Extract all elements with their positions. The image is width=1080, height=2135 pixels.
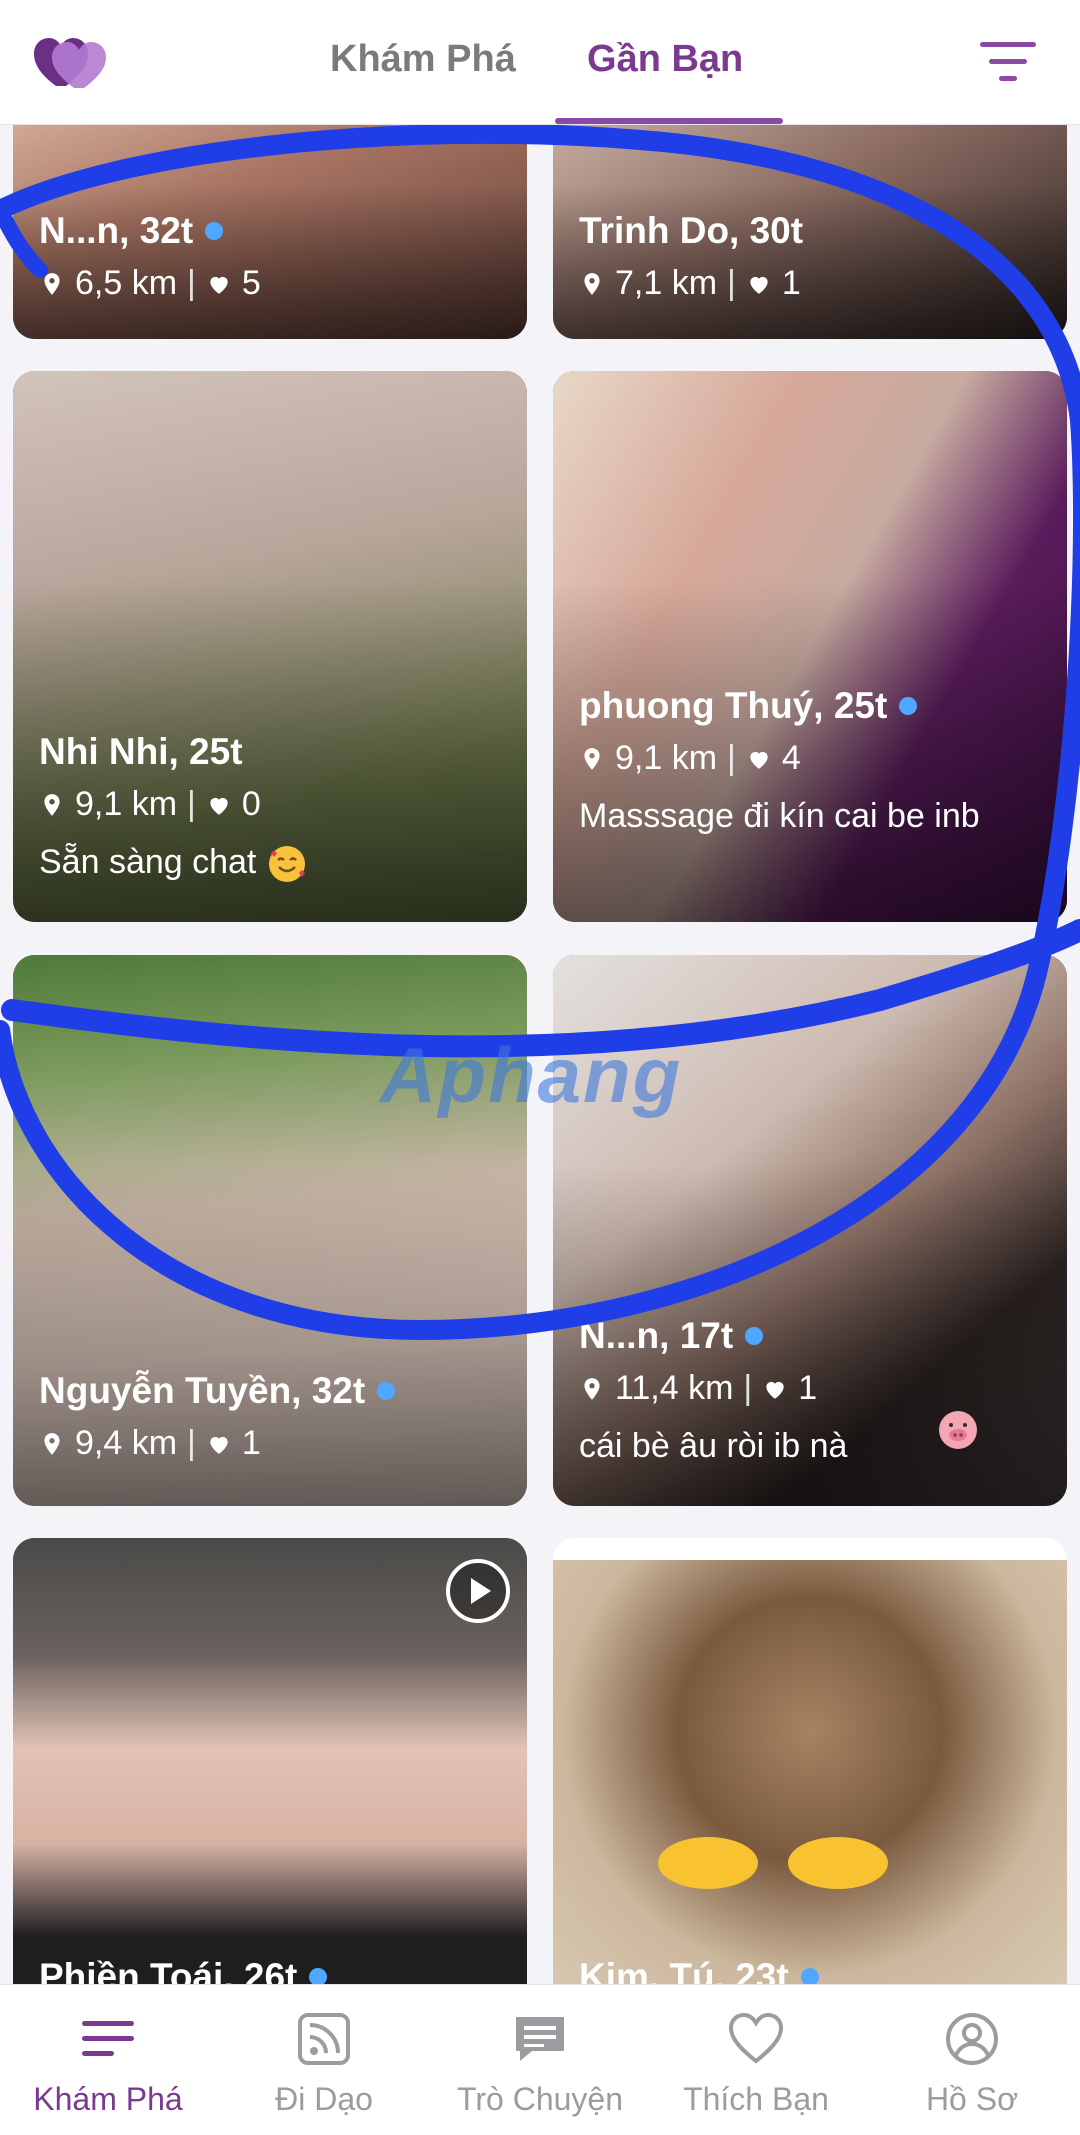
active-tab-indicator	[555, 118, 783, 124]
nav-di-dao[interactable]: Đi Dạo	[216, 1985, 432, 2135]
distance-text: 7,1 km	[615, 264, 718, 302]
online-status-dot	[205, 222, 224, 240]
nav-thich-ban[interactable]: Thích Bạn	[648, 1985, 864, 2135]
online-status-dot	[899, 697, 918, 715]
likes-count: 0	[241, 785, 261, 823]
profile-bio: Masssage đi kín cai be inb	[579, 797, 980, 835]
app-logo-hearts-icon[interactable]	[34, 34, 106, 90]
profile-name: N...n, 32t	[39, 210, 507, 252]
profile-meta: 9,4 km | 1	[39, 1424, 507, 1463]
location-pin-icon	[44, 1432, 60, 1455]
likes-count: 1	[781, 264, 801, 302]
bottom-navigation: Khám Phá Đi Dạo Trò Chuyện Thích Bạn Hồ …	[0, 1984, 1080, 2135]
menu-lines-icon	[82, 2021, 134, 2056]
profile-meta: 7,1 km | 1	[579, 264, 1047, 303]
profile-card[interactable]: phuong Thuý, 25t 9,1 km | 4 Masssage đi …	[553, 371, 1067, 922]
profile-bio: Sẵn sàng chat	[39, 838, 507, 886]
distance-text: 11,4 km	[615, 1369, 734, 1407]
profile-name: Nguyễn Tuyền, 32t	[39, 1370, 507, 1412]
heart-icon	[750, 276, 768, 294]
likes-count: 5	[241, 264, 261, 302]
profile-photo	[553, 1560, 1067, 2008]
heart-icon	[210, 797, 228, 815]
tab-gan-ban[interactable]: Gần Bạn	[587, 38, 743, 81]
heart-icon	[750, 751, 768, 769]
online-status-dot	[745, 1327, 764, 1345]
profile-name: N...n, 17t	[579, 1315, 1047, 1357]
online-status-dot	[377, 1382, 396, 1400]
heart-icon	[728, 2012, 784, 2064]
watermark: Aphang	[380, 1031, 683, 1119]
profile-name: Nhi Nhi, 25t	[39, 731, 243, 772]
pointing-hands-icon	[658, 1837, 888, 1889]
profile-meta: 9,1 km | 0	[39, 785, 507, 824]
likes-count: 1	[798, 1369, 818, 1407]
distance-text: 9,4 km	[75, 1424, 178, 1462]
location-pin-icon	[584, 1377, 600, 1400]
feed-icon	[298, 2013, 350, 2065]
profile-card[interactable]: Trinh Do, 30t 7,1 km | 1	[553, 90, 1067, 339]
profile-card[interactable]: Kim. Tú, 23t	[553, 1538, 1067, 2008]
pig-face-icon	[939, 1411, 977, 1449]
top-bar: Khám Phá Gần Bạn	[0, 0, 1080, 125]
play-video-icon[interactable]	[445, 1558, 511, 1624]
nav-ho-so[interactable]: Hồ Sơ	[864, 1985, 1080, 2135]
tab-kham-pha[interactable]: Khám Phá	[330, 38, 516, 81]
smiling-face-with-hearts-icon	[268, 846, 305, 883]
profile-name: phuong Thuý, 25t	[579, 685, 1047, 727]
profile-meta: 9,1 km | 4	[579, 739, 1047, 778]
filter-icon[interactable]	[980, 40, 1036, 84]
distance-text: 9,1 km	[75, 785, 178, 823]
heart-icon	[210, 276, 228, 294]
profile-card[interactable]: N...n, 32t 6,5 km | 5	[13, 90, 527, 339]
location-pin-icon	[584, 747, 600, 770]
nav-kham-pha[interactable]: Khám Phá	[0, 1985, 216, 2135]
location-pin-icon	[584, 272, 600, 295]
location-pin-icon	[44, 793, 60, 816]
location-pin-icon	[44, 272, 60, 295]
profile-meta: 6,5 km | 5	[39, 264, 507, 303]
nav-tro-chuyen[interactable]: Trò Chuyện	[432, 1985, 648, 2135]
chat-icon	[516, 2017, 564, 2061]
distance-text: 6,5 km	[75, 264, 178, 302]
profile-card[interactable]: Phiền Toái, 26t	[13, 1538, 527, 2008]
heart-icon	[766, 1381, 784, 1399]
likes-count: 1	[241, 1424, 261, 1462]
profile-name: Trinh Do, 30t	[579, 210, 804, 251]
likes-count: 4	[781, 739, 801, 777]
profile-icon	[946, 2013, 998, 2065]
heart-icon	[210, 1436, 228, 1454]
distance-text: 9,1 km	[615, 739, 718, 777]
profile-card[interactable]: Nhi Nhi, 25t 9,1 km | 0 Sẵn sàng chat	[13, 371, 527, 922]
